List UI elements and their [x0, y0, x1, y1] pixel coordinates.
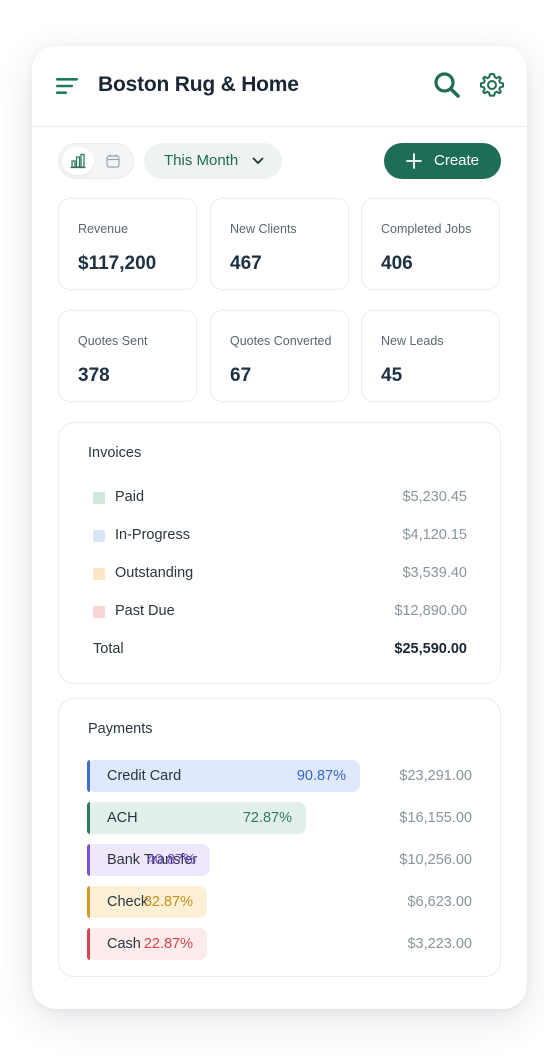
stat-label: Quotes Sent — [78, 334, 148, 348]
invoice-row[interactable]: Outstanding $3,539.40 — [93, 564, 467, 584]
stat-label: Completed Jobs — [381, 222, 472, 236]
invoice-label: Paid — [115, 489, 145, 505]
bar-chart-icon — [70, 153, 86, 169]
stat-value: 467 — [230, 253, 262, 274]
past-due-swatch — [93, 606, 105, 618]
payment-value: $10,256.00 — [399, 852, 472, 868]
stat-label: Revenue — [78, 222, 129, 236]
stat-card-revenue[interactable]: Revenue $117,200 — [58, 198, 197, 290]
stat-value: 378 — [78, 365, 110, 386]
chart-view-button[interactable] — [62, 147, 94, 175]
app-window: Boston Rug & Home This Month Create Reve… — [32, 46, 527, 1009]
create-button[interactable]: Create — [384, 143, 501, 179]
invoice-value: $12,890.00 — [394, 603, 467, 619]
invoices-title: Invoices — [88, 445, 142, 461]
payment-value: $16,155.00 — [399, 810, 472, 826]
payment-row[interactable]: Cash 22.87% $3,223.00 — [87, 928, 472, 960]
stat-card-quotes-sent[interactable]: Quotes Sent 378 — [58, 310, 197, 402]
stat-card-new-leads[interactable]: New Leads 45 — [361, 310, 500, 402]
payment-percent: 90.87% — [296, 768, 346, 784]
payment-row[interactable]: ACH 72.87% $16,155.00 — [87, 802, 472, 834]
payment-percent: 22.87% — [143, 936, 193, 952]
invoice-label: In-Progress — [115, 527, 190, 543]
payment-row[interactable]: Bank Transfer 40.87% $10,256.00 — [87, 844, 472, 876]
toolbar: This Month Create — [58, 143, 501, 179]
payment-label: Cash — [107, 936, 141, 952]
invoice-label: Past Due — [115, 603, 175, 619]
invoice-row[interactable]: Paid $5,230.45 — [93, 488, 467, 508]
payment-row[interactable]: Credit Card 90.87% $23,291.00 — [87, 760, 472, 792]
invoice-value: $3,539.40 — [402, 565, 467, 581]
payment-bar-edge — [87, 760, 90, 792]
payment-percent: 40.87% — [146, 852, 196, 868]
gear-icon[interactable] — [478, 71, 506, 99]
stat-value: 45 — [381, 365, 403, 386]
stat-value: $117,200 — [78, 253, 157, 274]
invoice-value: $5,230.45 — [402, 489, 467, 505]
calendar-view-button[interactable] — [97, 147, 129, 175]
in-progress-swatch — [93, 530, 105, 542]
invoice-label: Outstanding — [115, 565, 194, 581]
payment-bar-edge — [87, 844, 90, 876]
chevron-down-icon — [252, 157, 264, 164]
payment-label: Check — [107, 894, 149, 910]
payment-value: $3,223.00 — [407, 936, 472, 952]
invoice-value: $4,120.15 — [402, 527, 467, 543]
stat-card-completed-jobs[interactable]: Completed Jobs 406 — [361, 198, 500, 290]
stat-value: 67 — [230, 365, 252, 386]
payments-title: Payments — [88, 721, 153, 737]
stat-value: 406 — [381, 253, 413, 274]
invoice-total-label: Total — [93, 641, 124, 657]
payment-bar-edge — [87, 928, 90, 960]
search-icon[interactable] — [432, 70, 462, 100]
payment-label: ACH — [107, 810, 138, 826]
payments-card: Payments Credit Card 90.87% $23,291.00 A… — [58, 698, 501, 977]
period-dropdown[interactable]: This Month — [144, 143, 282, 179]
invoice-total-value: $25,590.00 — [394, 641, 467, 657]
payment-percent: 72.87% — [242, 810, 292, 826]
create-label: Create — [434, 152, 480, 169]
app-header: Boston Rug & Home — [32, 46, 527, 127]
period-label: This Month — [164, 152, 239, 169]
stat-card-new-clients[interactable]: New Clients 467 — [210, 198, 349, 290]
stat-label: Quotes Converted — [230, 334, 332, 348]
stat-label: New Leads — [381, 334, 444, 348]
paid-swatch — [93, 492, 105, 504]
stat-label: New Clients — [230, 222, 297, 236]
payment-value: $23,291.00 — [399, 768, 472, 784]
view-toggle — [58, 143, 134, 179]
payment-bar-edge — [87, 802, 90, 834]
stat-card-quotes-converted[interactable]: Quotes Converted 67 — [210, 310, 349, 402]
plus-icon — [406, 153, 422, 169]
invoice-row[interactable]: Past Due $12,890.00 — [93, 602, 467, 622]
invoice-row[interactable]: In-Progress $4,120.15 — [93, 526, 467, 546]
payment-label: Credit Card — [107, 768, 182, 784]
invoices-card: Invoices Paid $5,230.45 In-Progress $4,1… — [58, 422, 501, 684]
calendar-icon — [106, 154, 120, 168]
app-title: Boston Rug & Home — [98, 73, 299, 96]
payment-bar-edge — [87, 886, 90, 918]
menu-icon[interactable] — [56, 76, 80, 96]
payment-value: $6,623.00 — [407, 894, 472, 910]
outstanding-swatch — [93, 568, 105, 580]
payment-row[interactable]: Check 32.87% $6,623.00 — [87, 886, 472, 918]
payment-percent: 32.87% — [143, 894, 193, 910]
